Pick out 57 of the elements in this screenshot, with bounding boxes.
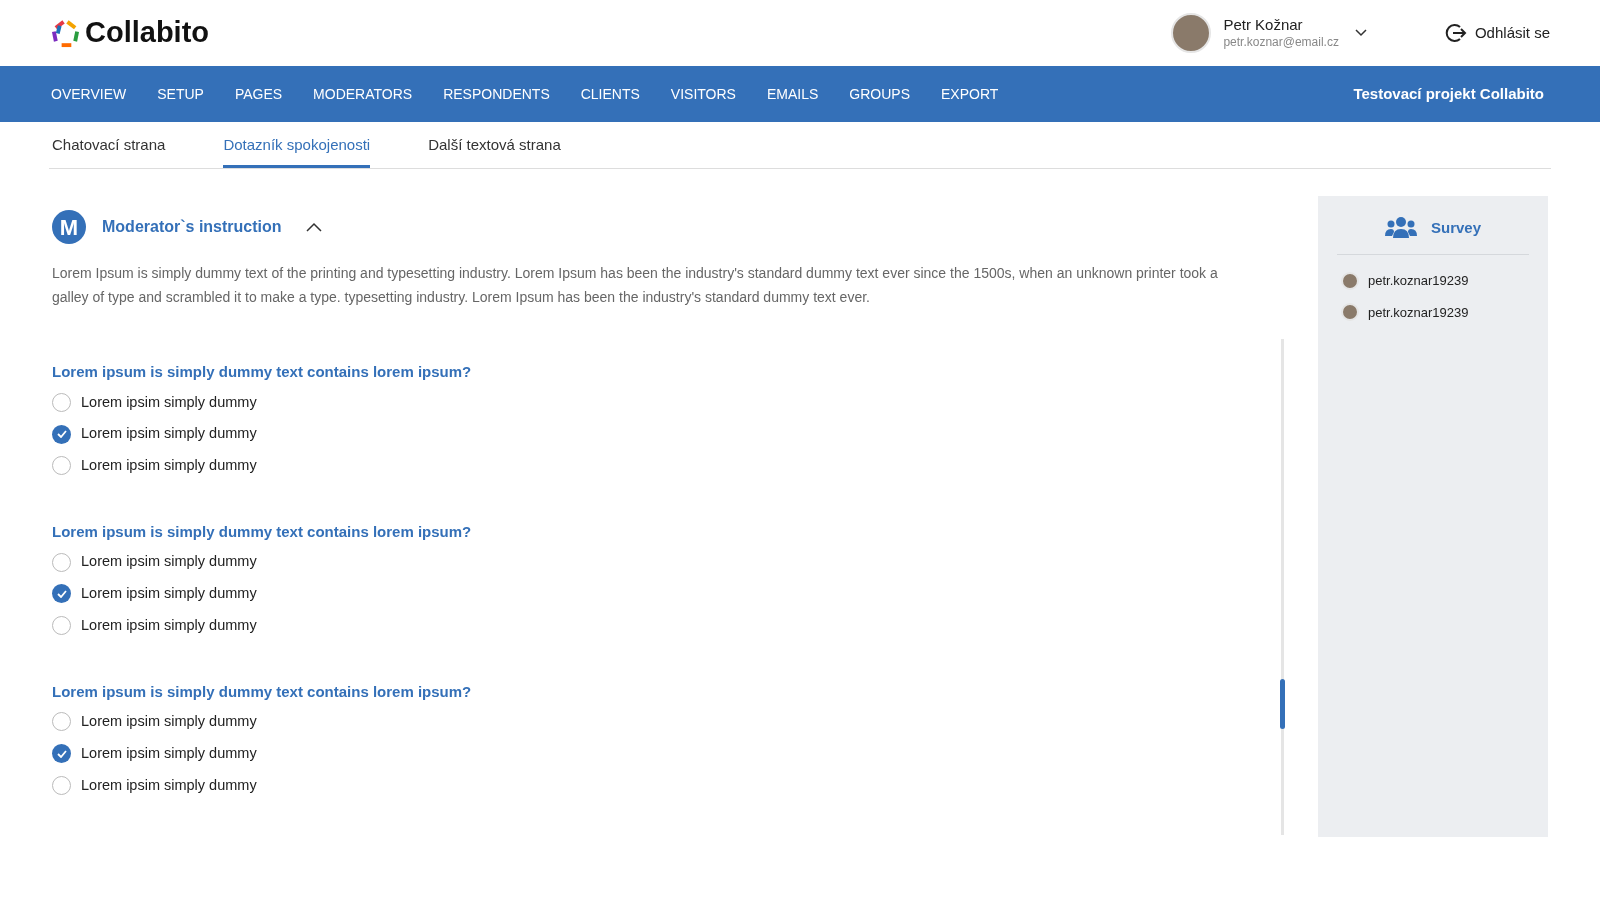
participant-name: petr.koznar19239	[1368, 272, 1469, 290]
nav-link[interactable]: EXPORT	[941, 83, 999, 105]
user-name: Petr Kožnar	[1223, 16, 1304, 35]
project-name: Testovací projekt Collabito	[1353, 83, 1544, 104]
page-tab[interactable]: Chatovací strana	[52, 133, 166, 168]
option-label: Lorem ipsim simply dummy	[81, 775, 257, 795]
option-label: Lorem ipsim simply dummy	[81, 584, 257, 603]
radio-button[interactable]	[52, 616, 71, 636]
nav-link[interactable]: GROUPS	[849, 83, 910, 105]
radio-button[interactable]	[52, 744, 71, 764]
instruction-text: Lorem Ipsum is simply dummy text of the printing and typesetting industry. Lorem Ipsum has been the industry's standard dummy text ever since the 1500s, when an unknown printer took a galley of type and scrambled it to make a type. typesetting industry. Lorem Ipsum has been the industry's standard dummy text ever.	[52, 264, 1219, 307]
nav-link[interactable]: RESPONDENTS	[443, 83, 550, 105]
section-title: Moderator`s instruction	[102, 217, 282, 237]
nav-link[interactable]: MODERATORS	[313, 83, 413, 105]
radio-button[interactable]	[52, 552, 71, 572]
option-label: Lorem ipsim simply dummy	[81, 552, 257, 572]
option-label: Lorem ipsim simply dummy	[81, 615, 257, 635]
avatar-placeholder	[1171, 13, 1212, 53]
avatar-placeholder	[1341, 271, 1359, 290]
radio-button[interactable]	[52, 456, 71, 476]
nav-link[interactable]: EMAILS	[766, 83, 819, 105]
question-text: Lorem ipsum is simply dummy text contains lorem ipsum?	[52, 681, 473, 702]
logo-text: Collabito	[85, 15, 210, 51]
nav-link[interactable]: CLIENTS	[580, 83, 640, 105]
logo-icon	[50, 17, 81, 49]
moderator-badge: M	[52, 210, 86, 244]
option-label: Lorem ipsim simply dummy	[81, 456, 257, 475]
logout-link[interactable]: Odhlásit se	[1444, 21, 1550, 45]
option-label: Lorem ipsim simply dummy	[81, 424, 257, 444]
nav-link[interactable]: OVERVIEW	[51, 83, 127, 105]
option-label: Lorem ipsim simply dummy	[81, 392, 257, 412]
logout-icon	[1444, 22, 1467, 44]
check-icon	[56, 430, 67, 439]
avatar-placeholder	[1341, 303, 1359, 322]
participant-name: petr.koznar19239	[1368, 303, 1469, 322]
chevron-down-icon[interactable]	[1354, 29, 1367, 37]
users-icon	[1384, 216, 1417, 240]
page-tab[interactable]: Dotazník spokojenosti	[223, 133, 371, 168]
scrollbar-thumb[interactable]	[1280, 679, 1285, 729]
panel-title: Survey	[1430, 217, 1481, 238]
option-label: Lorem ipsim simply dummy	[81, 743, 257, 763]
radio-button[interactable]	[52, 424, 71, 444]
check-icon	[56, 749, 67, 758]
question-text: Lorem ipsum is simply dummy text contains lorem ipsum?	[52, 521, 473, 542]
option-label: Lorem ipsim simply dummy	[81, 712, 257, 731]
radio-button[interactable]	[52, 584, 71, 604]
question-text: Lorem ipsum is simply dummy text contains lorem ipsum?	[52, 362, 473, 382]
radio-button[interactable]	[52, 775, 71, 795]
chevron-up-icon[interactable]	[305, 222, 322, 232]
check-icon	[56, 589, 67, 598]
radio-button[interactable]	[52, 712, 71, 732]
user-email: petr.koznar@email.cz	[1223, 34, 1339, 50]
nav-link[interactable]: SETUP	[157, 83, 204, 105]
nav-link[interactable]: VISITORS	[670, 83, 736, 105]
page-tab[interactable]: Další textová strana	[428, 133, 561, 168]
radio-button[interactable]	[52, 392, 71, 412]
nav-link[interactable]: PAGES	[234, 83, 283, 105]
